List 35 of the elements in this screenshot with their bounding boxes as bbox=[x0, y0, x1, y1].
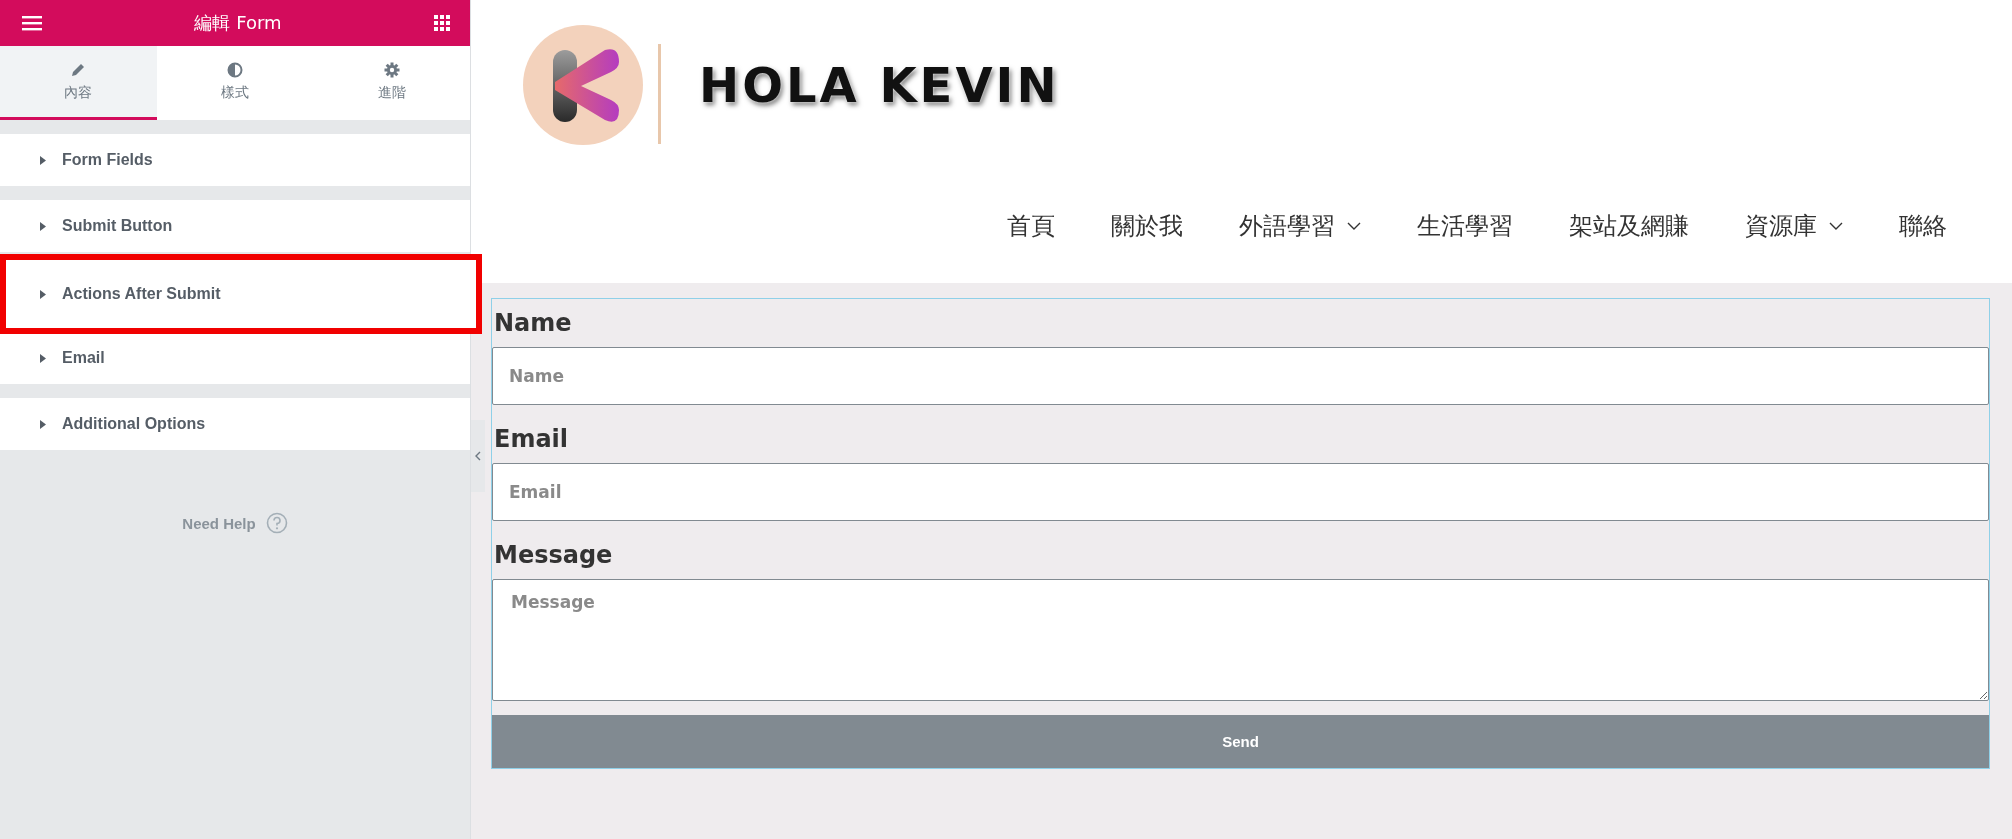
contrast-icon bbox=[227, 61, 243, 78]
nav-link[interactable]: 架站及網賺 bbox=[1569, 210, 1689, 242]
section-header[interactable]: Actions After Submit bbox=[0, 254, 482, 334]
menu-icon[interactable] bbox=[22, 15, 42, 31]
nav-link[interactable]: 關於我 bbox=[1111, 210, 1183, 242]
collapse-handle[interactable] bbox=[471, 420, 485, 492]
field-label: Name bbox=[493, 309, 573, 339]
section-header[interactable]: Additional Options bbox=[0, 398, 470, 450]
field-label: Message bbox=[493, 541, 614, 571]
grid-icon[interactable] bbox=[434, 15, 450, 31]
caret-icon bbox=[40, 155, 46, 165]
section-header[interactable]: Form Fields bbox=[0, 134, 470, 186]
nav-link[interactable]: 外語學習 bbox=[1239, 210, 1361, 242]
logo-text: HOLA KEVIN bbox=[699, 57, 1060, 113]
message-field[interactable]: Message bbox=[492, 579, 1989, 701]
section-header[interactable]: Submit Button bbox=[0, 200, 470, 252]
send-button[interactable]: Send bbox=[492, 715, 1989, 768]
editor-tab[interactable]: 內容 bbox=[0, 46, 157, 120]
field-label: Email bbox=[493, 425, 570, 455]
caret-icon bbox=[40, 289, 46, 299]
chevron-down-icon bbox=[1829, 222, 1843, 230]
caret-icon bbox=[40, 353, 46, 363]
nav-link[interactable]: 聯絡 bbox=[1899, 210, 1947, 242]
nav-link[interactable]: 資源庫 bbox=[1745, 210, 1843, 242]
gear-icon bbox=[383, 61, 400, 78]
pencil-icon bbox=[70, 61, 87, 78]
editor-title: 編輯 Form bbox=[194, 11, 282, 35]
caret-icon bbox=[40, 221, 46, 231]
nav-link[interactable]: 生活學習 bbox=[1417, 210, 1513, 242]
input-field[interactable]: Email bbox=[492, 463, 1989, 521]
section-header[interactable]: Email bbox=[0, 332, 470, 384]
chevron-down-icon bbox=[1347, 222, 1361, 230]
caret-icon bbox=[40, 419, 46, 429]
nav-link[interactable]: 首頁 bbox=[1007, 210, 1055, 242]
input-field[interactable]: Name bbox=[492, 347, 1989, 405]
